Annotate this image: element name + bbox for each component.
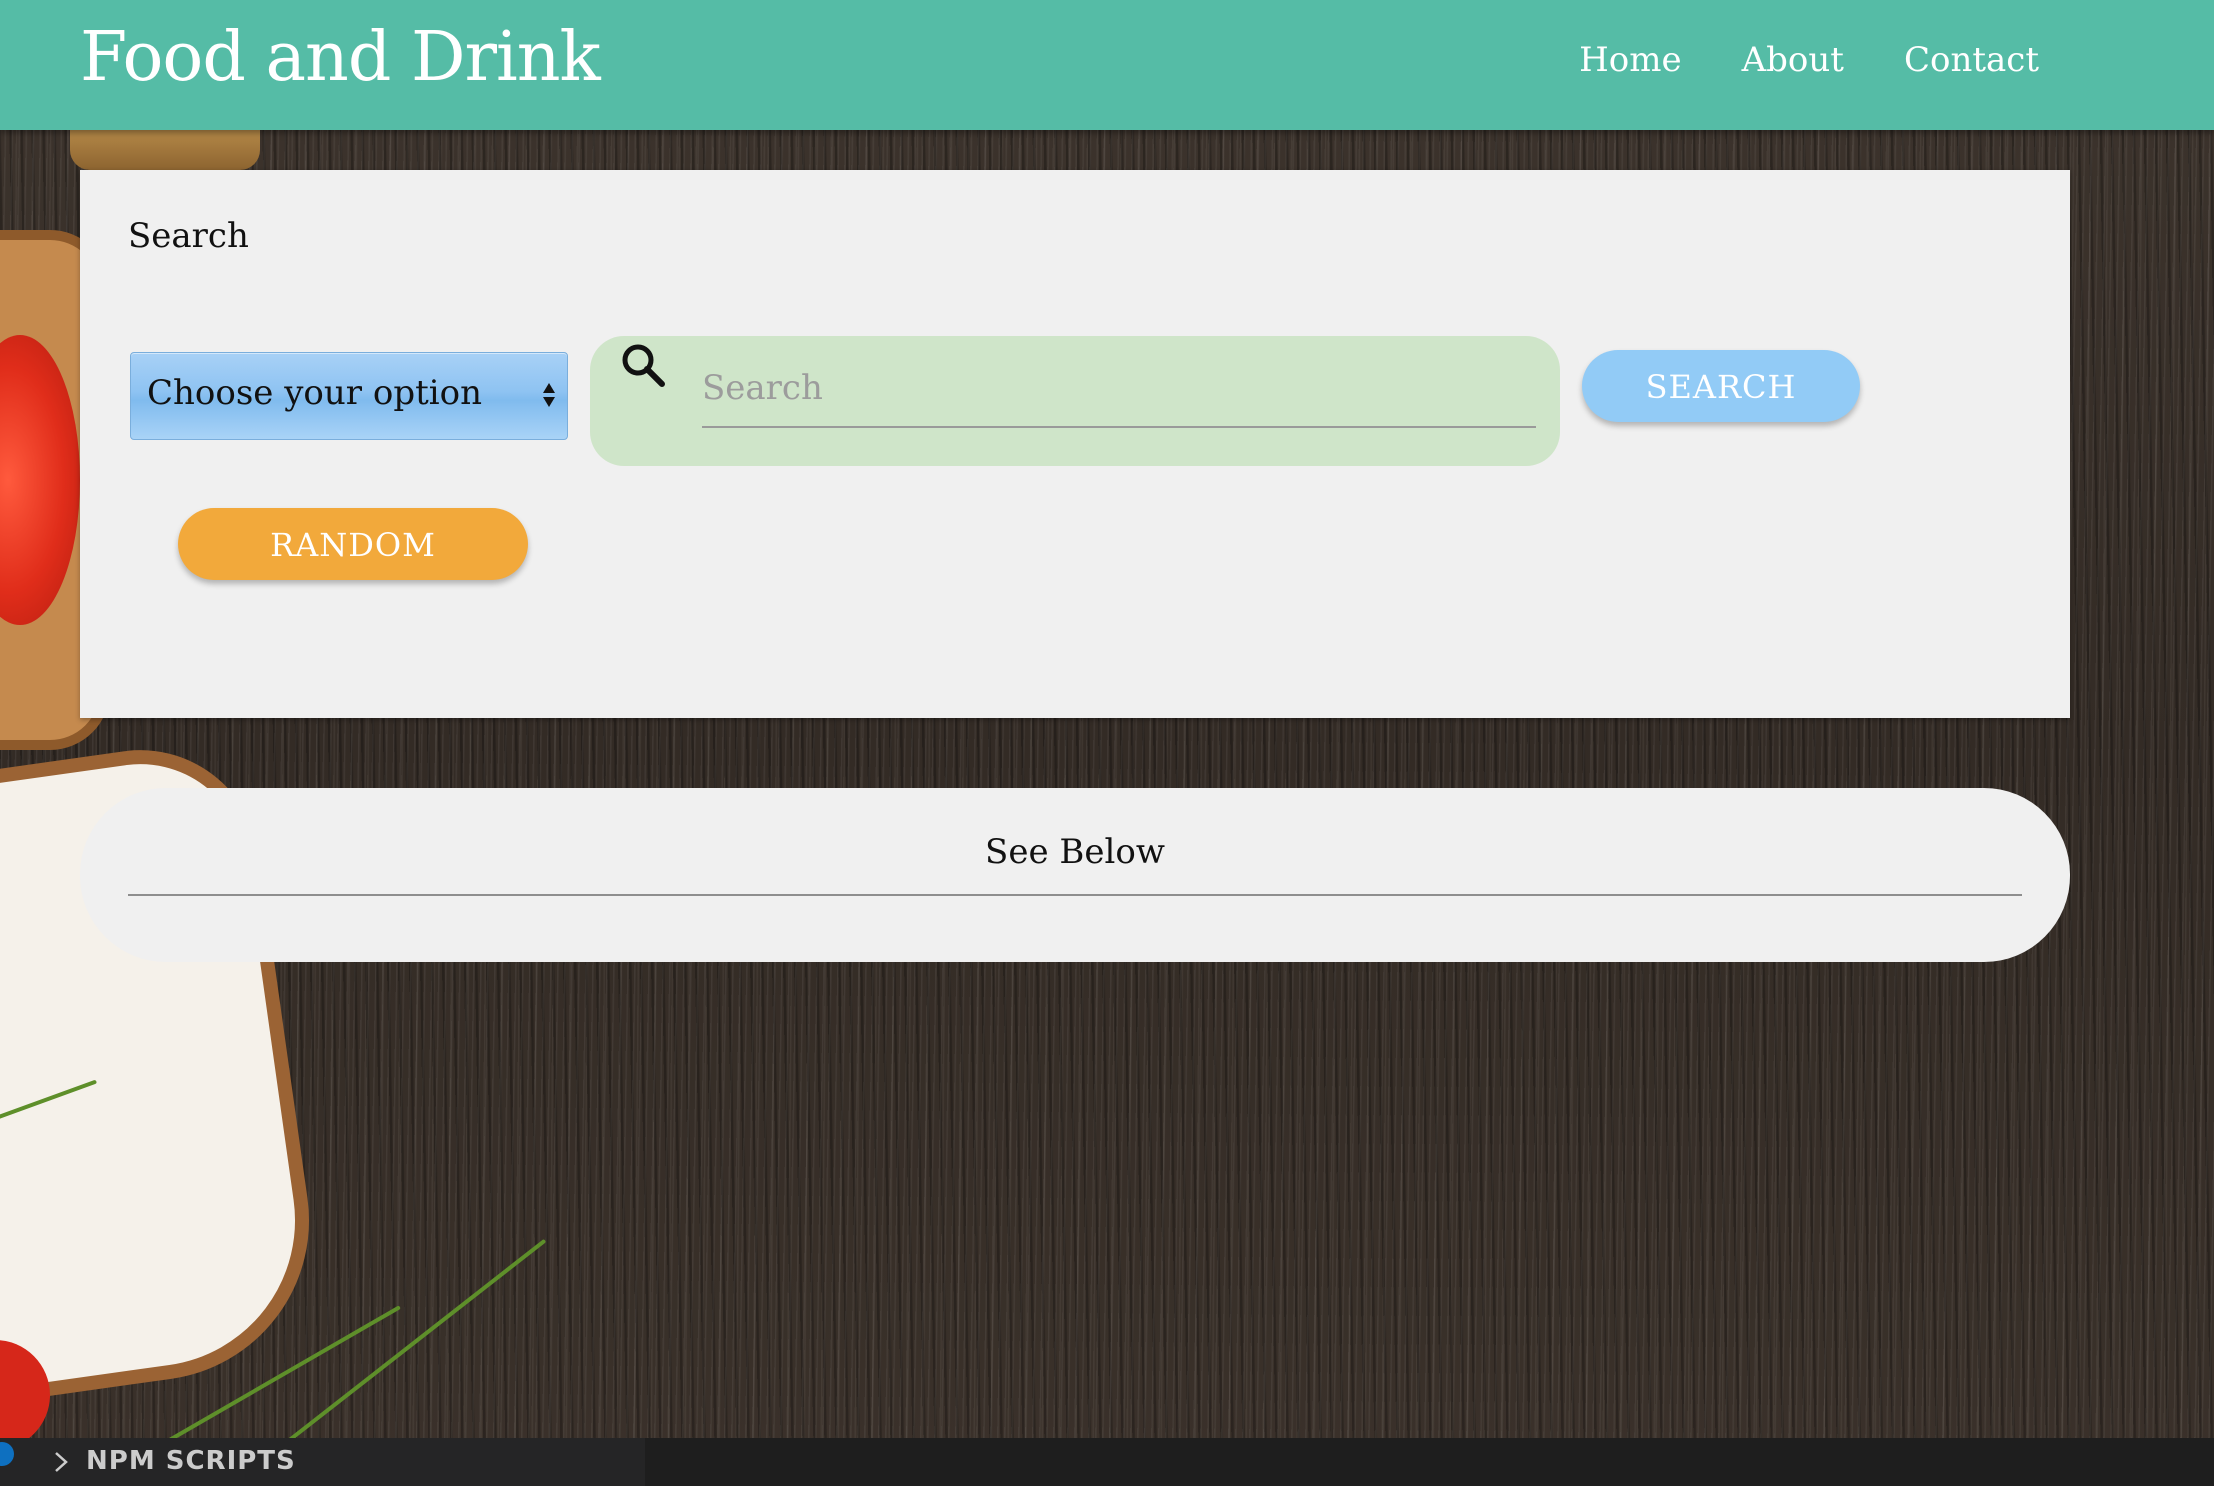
search-card-title: Search (128, 216, 249, 256)
main-nav: Home About Contact (1579, 40, 2039, 80)
npm-scripts-panel-header[interactable]: NPM SCRIPTS (0, 1438, 645, 1486)
search-input[interactable] (702, 350, 1536, 428)
top-navbar: Food and Drink Home About Contact (0, 0, 2214, 130)
nav-home-link[interactable]: Home (1579, 40, 1681, 80)
updown-arrows-icon (543, 383, 555, 407)
editor-bottom-panel: NPM SCRIPTS (0, 1438, 2214, 1486)
results-heading: See Below (985, 832, 1165, 872)
chevron-right-icon[interactable] (50, 1450, 72, 1474)
results-card: See Below (80, 788, 2070, 962)
results-divider (128, 894, 2022, 896)
search-button[interactable]: SEARCH (1582, 350, 1860, 422)
npm-scripts-label: NPM SCRIPTS (86, 1446, 296, 1476)
brand-logo[interactable]: Food and Drink (80, 18, 601, 97)
nav-about-link[interactable]: About (1742, 40, 1844, 80)
category-select-value: Choose your option (147, 373, 483, 413)
nav-contact-link[interactable]: Contact (1904, 40, 2039, 80)
search-field (590, 336, 1560, 466)
category-select[interactable]: Choose your option (130, 352, 568, 440)
background-herb-decoration (283, 1238, 547, 1446)
random-button[interactable]: RANDOM (178, 508, 528, 580)
search-card: Search Choose your option SEARCH RANDOM (80, 170, 2070, 718)
search-icon (622, 344, 665, 387)
status-indicator (0, 1442, 14, 1466)
